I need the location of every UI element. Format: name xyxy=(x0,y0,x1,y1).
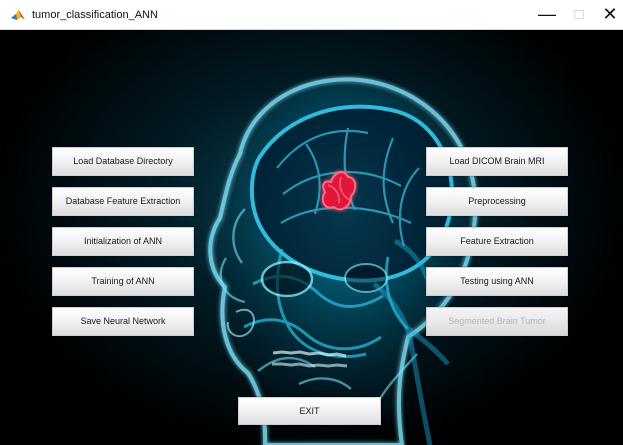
title-bar: tumor_classification_ANN — □ ✕ xyxy=(0,0,623,30)
preprocessing-button[interactable]: Preprocessing xyxy=(426,187,568,216)
segmented-brain-tumor-button: Segmented Brain Tumor xyxy=(426,307,568,336)
testing-using-ann-button[interactable]: Testing using ANN xyxy=(426,267,568,296)
app-window: tumor_classification_ANN — □ ✕ Load Data… xyxy=(0,0,623,445)
mri-gui-canvas: Load Database Directory Database Feature… xyxy=(0,30,623,445)
load-dicom-brain-mri-button[interactable]: Load DICOM Brain MRI xyxy=(426,147,568,176)
initialization-of-ann-button[interactable]: Initialization of ANN xyxy=(52,227,194,256)
exit-button[interactable]: EXIT xyxy=(238,397,381,425)
matlab-icon xyxy=(11,10,25,20)
feature-extraction-button[interactable]: Feature Extraction xyxy=(426,227,568,256)
database-feature-extraction-button[interactable]: Database Feature Extraction xyxy=(52,187,194,216)
close-button[interactable]: ✕ xyxy=(590,0,623,29)
training-of-ann-button[interactable]: Training of ANN xyxy=(52,267,194,296)
save-neural-network-button[interactable]: Save Neural Network xyxy=(52,307,194,336)
load-database-directory-button[interactable]: Load Database Directory xyxy=(52,147,194,176)
window-title: tumor_classification_ANN xyxy=(32,9,158,21)
